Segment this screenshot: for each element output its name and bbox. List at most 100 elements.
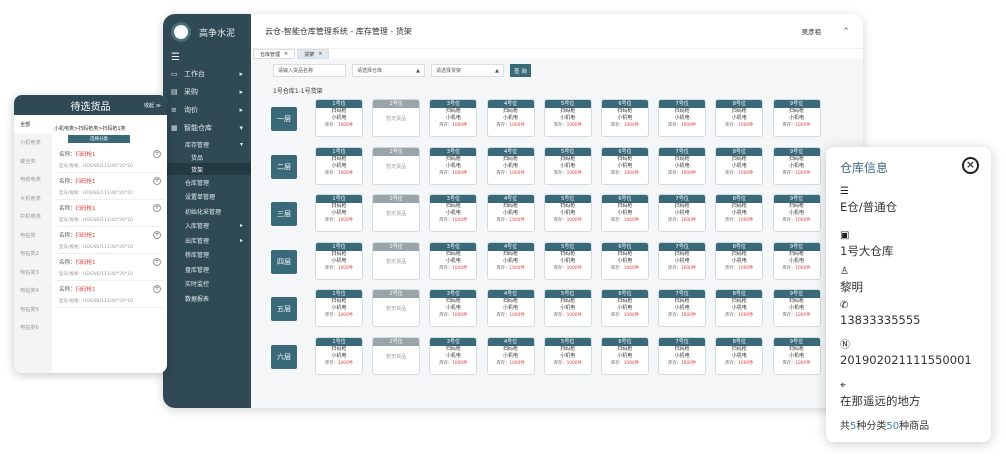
category-item[interactable]: 中机电类 (14, 208, 52, 227)
category-item[interactable]: 全部 (14, 115, 52, 134)
shelf-cell[interactable]: 6号位 扫码枪 小机电 库存：1000件 (600, 194, 649, 232)
shelf-cell[interactable]: 1号位 扫码枪 小机电 库存：1000件 (315, 194, 363, 232)
shelf-cell[interactable]: 4号位 扫码枪 小机电 库存：1000件 (486, 146, 535, 185)
category-item[interactable]: 小机电类 (14, 134, 52, 153)
sidebar-item[interactable]: ▤ 采购 ▸ (163, 83, 251, 101)
shelf-cell[interactable]: 1号位 扫码枪 小机电 库存：1000件 (315, 99, 363, 137)
shelf-cell[interactable]: 4号位 扫码枪 小机电 库存：1000件 (486, 289, 535, 327)
tab-item[interactable]: 货架 × (297, 49, 330, 59)
shelf-cell[interactable]: 3号位 扫码枪 小机电 库存：1000件 (429, 241, 478, 280)
goods-name-input[interactable]: 请输入货品名称 (273, 64, 346, 77)
shelf-cell[interactable]: 5号位 扫码枪 小机电 库存：1000件 (543, 194, 592, 232)
floor-label[interactable]: 五层 (271, 297, 297, 321)
sidebar-item[interactable]: 盘库管理 (163, 262, 251, 277)
category-item[interactable]: 螺丝类 (14, 152, 52, 171)
shelf-cell[interactable]: 8号位 扫码枪 小机电 库存：1000件 (715, 241, 764, 280)
add-icon[interactable]: + (153, 204, 161, 212)
close-icon[interactable]: × (284, 51, 288, 57)
sidebar-item[interactable]: ▭ 工作台 ▸ (163, 65, 251, 83)
shelf-cell[interactable]: 8号位 扫码枪 小机电 库存：1000件 (715, 194, 764, 232)
shelf-cell[interactable]: 8号位 扫码枪 小机电 库存：1000件 (715, 146, 764, 185)
shelf-cell[interactable]: 5号位 扫码枪 小机电 库存：1000件 (543, 289, 592, 327)
shelf-cell[interactable]: 3号位 扫码枪 小机电 库存：1000件 (429, 336, 478, 375)
shelf-cell[interactable]: 7号位 扫码枪 小机电 库存：1000件 (658, 336, 707, 375)
category-item[interactable]: 电缆电类 (14, 171, 52, 190)
warehouse-select[interactable]: 请选择仓库 ▲ (352, 64, 425, 77)
shelf-cell[interactable]: 9号位 扫码枪 小机电 库存：1000件 (772, 99, 821, 137)
shelf-cell[interactable]: 1号位 扫码枪 小机电 库存：1000件 (315, 241, 363, 280)
shelf-cell[interactable]: 2号位 暂无货品 (372, 194, 421, 232)
category-item[interactable]: 电钻类2 (14, 245, 52, 264)
goods-item[interactable]: 名称：扫码枪1 型号/规格：HDGNS/111/40*20*10 + (54, 173, 163, 200)
sidebar-item[interactable]: 仓库管理 (163, 175, 251, 190)
shelf-cell[interactable]: 3号位 扫码枪 小机电 库存：1000件 (429, 194, 478, 232)
shelf-cell[interactable]: 3号位 扫码枪 小机电 库存：1000件 (429, 146, 478, 185)
floor-label[interactable]: 二层 (271, 154, 297, 179)
category-item[interactable]: 电钻类3 (14, 263, 52, 282)
add-icon[interactable]: + (153, 285, 161, 293)
shelf-cell[interactable]: 8号位 扫码枪 小机电 库存：1000件 (715, 99, 764, 137)
floor-label[interactable]: 三层 (271, 202, 297, 226)
category-item[interactable]: 电钻类6 (14, 319, 52, 338)
query-button[interactable]: 查 询 (510, 64, 531, 77)
shelf-cell[interactable]: 6号位 扫码枪 小机电 库存：1000件 (600, 289, 649, 327)
shelf-cell[interactable]: 9号位 扫码枪 小机电 库存：1000件 (772, 336, 821, 375)
shelf-select[interactable]: 请选择货架 ▲ (431, 64, 504, 77)
floor-label[interactable]: 六层 (271, 344, 297, 369)
shelf-cell[interactable]: 1号位 扫码枪 小机电 库存：1000件 (315, 146, 363, 185)
goods-item[interactable]: 名称：扫码枪1 型号/规格：HDGNS/111/40*20*10 + (54, 281, 163, 308)
shelf-cell[interactable]: 6号位 扫码枪 小机电 库存：1000件 (600, 336, 649, 375)
goods-item[interactable]: 名称：扫码枪1 型号/规格：HDGNS/111/40*20*10 + (54, 227, 163, 254)
category-item[interactable]: 电钻类5 (14, 300, 52, 319)
goods-item[interactable]: 名称：扫码枪1 型号/规格：HDGNS/111/40*20*10 + (54, 254, 163, 281)
add-icon[interactable]: + (153, 258, 161, 266)
sidebar-item[interactable]: 设置单管理 (163, 190, 251, 205)
shelf-cell[interactable]: 1号位 扫码枪 小机电 库存：1000件 (315, 336, 363, 375)
shelf-cell[interactable]: 2号位 暂无货品 (372, 336, 421, 375)
goods-item[interactable]: 名称：扫码枪1 型号/规格：HDGNS/111/40*20*10 + (54, 146, 163, 173)
sidebar-item[interactable]: ▦ 智能仓库 ▾ (163, 119, 251, 137)
shelf-cell[interactable]: 8号位 扫码枪 小机电 库存：1000件 (715, 289, 764, 327)
shelf-cell[interactable]: 6号位 扫码枪 小机电 库存：1000件 (600, 99, 649, 137)
close-icon[interactable]: × (962, 157, 979, 174)
add-icon[interactable]: + (153, 231, 161, 239)
sidebar-item-stock[interactable]: 库存管理 ▾ (163, 137, 251, 151)
shelf-cell[interactable]: 9号位 扫码枪 小机电 库存：1000件 (772, 241, 821, 280)
select-category-button[interactable]: 选择分类 (68, 135, 130, 143)
shelf-cell[interactable]: 1号位 扫码枪 小机电 库存：1000件 (315, 289, 363, 327)
add-icon[interactable]: + (153, 177, 161, 185)
shelf-cell[interactable]: 6号位 扫码枪 小机电 库存：1000件 (600, 241, 649, 280)
shelf-cell[interactable]: 7号位 扫码枪 小机电 库存：1000件 (658, 146, 707, 185)
shelf-cell[interactable]: 7号位 扫码枪 小机电 库存：1000件 (658, 289, 707, 327)
shelf-cell[interactable]: 9号位 扫码枪 小机电 库存：1000件 (772, 146, 821, 185)
shelf-cell[interactable]: 4号位 扫码枪 小机电 库存：1000件 (486, 194, 535, 232)
user-name[interactable]: 吴彦祖 (802, 26, 822, 36)
shelf-cell[interactable]: 6号位 扫码枪 小机电 库存：1000件 (600, 146, 649, 185)
sidebar-subitem[interactable]: 货品 (163, 151, 251, 163)
shelf-cell[interactable]: 4号位 扫码枪 小机电 库存：1000件 (486, 241, 535, 280)
shelf-cell[interactable]: 4号位 扫码枪 小机电 库存：1000件 (486, 99, 535, 137)
shelf-cell[interactable]: 2号位 暂无货品 (372, 146, 421, 185)
category-item[interactable]: 大机电类 (14, 189, 52, 208)
shelf-cell[interactable]: 3号位 扫码枪 小机电 库存：1000件 (429, 99, 478, 137)
shelf-cell[interactable]: 5号位 扫码枪 小机电 库存：1000件 (543, 99, 592, 137)
add-icon[interactable]: + (153, 150, 161, 158)
shelf-cell[interactable]: 4号位 扫码枪 小机电 库存：1000件 (486, 336, 535, 375)
sidebar-item[interactable]: 初始化采管理 (163, 204, 251, 219)
sidebar-item[interactable]: 数据报表 (163, 291, 251, 306)
tab-item[interactable]: 仓库管理 × (253, 49, 296, 59)
shelf-cell[interactable]: 5号位 扫码枪 小机电 库存：1000件 (543, 241, 592, 280)
goods-item[interactable]: 名称：扫码枪1 型号/规格：HDGNS/111/40*20*10 + (54, 200, 163, 227)
close-icon[interactable]: × (318, 51, 322, 57)
sidebar-item[interactable]: ≡ 询价 ▸ (163, 101, 251, 119)
shelf-cell[interactable]: 5号位 扫码枪 小机电 库存：1000件 (543, 336, 592, 375)
sidebar-subitem[interactable]: 货架 (163, 163, 251, 175)
shelf-cell[interactable]: 3号位 扫码枪 小机电 库存：1000件 (429, 289, 478, 327)
floor-label[interactable]: 四层 (271, 249, 297, 274)
shelf-cell[interactable]: 7号位 扫码枪 小机电 库存：1000件 (658, 194, 707, 232)
shelf-cell[interactable]: 2号位 暂无货品 (372, 99, 421, 137)
collapse-icon[interactable]: ^ (843, 27, 849, 35)
shelf-cell[interactable]: 8号位 扫码枪 小机电 库存：1000件 (715, 336, 764, 375)
shelf-cell[interactable]: 2号位 暂无货品 (372, 289, 421, 327)
floor-label[interactable]: 一层 (271, 107, 297, 131)
